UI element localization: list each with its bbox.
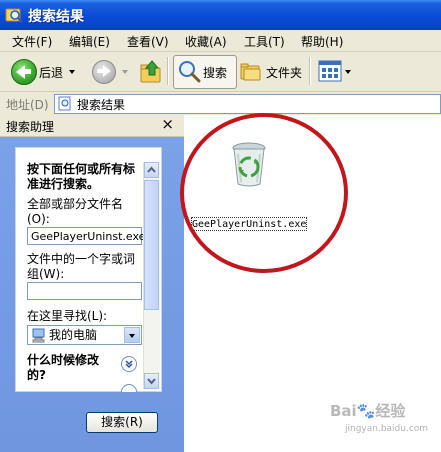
scroll-down-button[interactable] [144, 373, 159, 389]
baidu-watermark: Bai🐾经验 [330, 402, 406, 420]
highlight-circle [180, 113, 348, 273]
search-submit-button[interactable]: 搜索(R) [86, 412, 158, 433]
when-modified-label[interactable]: 什么时候修改的? [27, 353, 113, 383]
address-value: 搜索结果 [77, 98, 126, 112]
combo-dropdown-button[interactable] [124, 327, 140, 343]
chevron-up-icon [147, 166, 156, 173]
folders-icon[interactable] [240, 60, 262, 82]
view-mode-icon[interactable] [318, 60, 342, 82]
double-chevron-down-icon [125, 360, 133, 369]
up-folder-icon[interactable] [139, 58, 163, 84]
expand-chevron-icon[interactable] [121, 356, 137, 372]
folders-button[interactable]: 文件夹 [266, 64, 302, 81]
menu-file[interactable]: 文件(F) [12, 33, 52, 50]
filename-label: 全部或部分文件名(O): [27, 197, 124, 226]
back-dropdown-icon[interactable] [69, 70, 75, 74]
look-in-select[interactable]: 我的电脑 [27, 325, 142, 345]
phrase-label: 文件中的一个字或词组(W): [27, 252, 136, 281]
forward-arrow-head [103, 65, 111, 77]
scroll-up-button[interactable] [144, 162, 159, 178]
search-page-icon [58, 96, 71, 111]
menu-bar: 文件(F) 编辑(E) 查看(V) 收藏(A) 工具(T) 帮助(H) [0, 30, 441, 52]
menu-view[interactable]: 查看(V) [127, 33, 169, 50]
pane-scrollbar[interactable] [143, 162, 160, 389]
menu-tools[interactable]: 工具(T) [244, 33, 285, 50]
menu-edit[interactable]: 编辑(E) [69, 33, 110, 50]
search-pane-header: 搜索助理 × [0, 115, 184, 137]
back-arrow-shaft [24, 69, 31, 74]
window-title: 搜索结果 [28, 9, 84, 25]
look-in-value: 我的电脑 [49, 328, 98, 342]
look-in-label: 在这里寻找(L): [27, 309, 108, 323]
address-label: 地址(D) [6, 98, 49, 112]
menu-favorites[interactable]: 收藏(A) [185, 33, 227, 50]
filename-input[interactable]: GeePlayerUninst.exe [27, 227, 145, 245]
magnifier-icon [179, 61, 201, 83]
toolbar-separator [167, 57, 169, 85]
baidu-watermark-url: jingyan.baidu.com [345, 424, 429, 434]
toolbar-separator-2 [309, 57, 311, 85]
search-label: 搜索 [203, 66, 228, 80]
search-window-icon [5, 8, 23, 23]
view-dropdown-icon[interactable] [345, 70, 351, 74]
search-heading: 按下面任何或所有标准进行搜索。 [27, 162, 136, 191]
menu-help[interactable]: 帮助(H) [301, 33, 343, 50]
title-bar[interactable]: 搜索结果 [0, 0, 441, 30]
chevron-down-icon [147, 378, 156, 385]
forward-arrow-shaft [97, 69, 103, 73]
scroll-thumb[interactable] [144, 180, 159, 310]
my-computer-icon [32, 328, 45, 343]
back-button[interactable]: 后退 [39, 64, 63, 81]
chevron-down-icon [129, 334, 135, 338]
close-icon[interactable]: × [161, 115, 174, 133]
search-pane-title: 搜索助理 [6, 120, 55, 134]
forward-dropdown-icon[interactable] [122, 70, 128, 74]
phrase-input[interactable] [27, 282, 142, 300]
